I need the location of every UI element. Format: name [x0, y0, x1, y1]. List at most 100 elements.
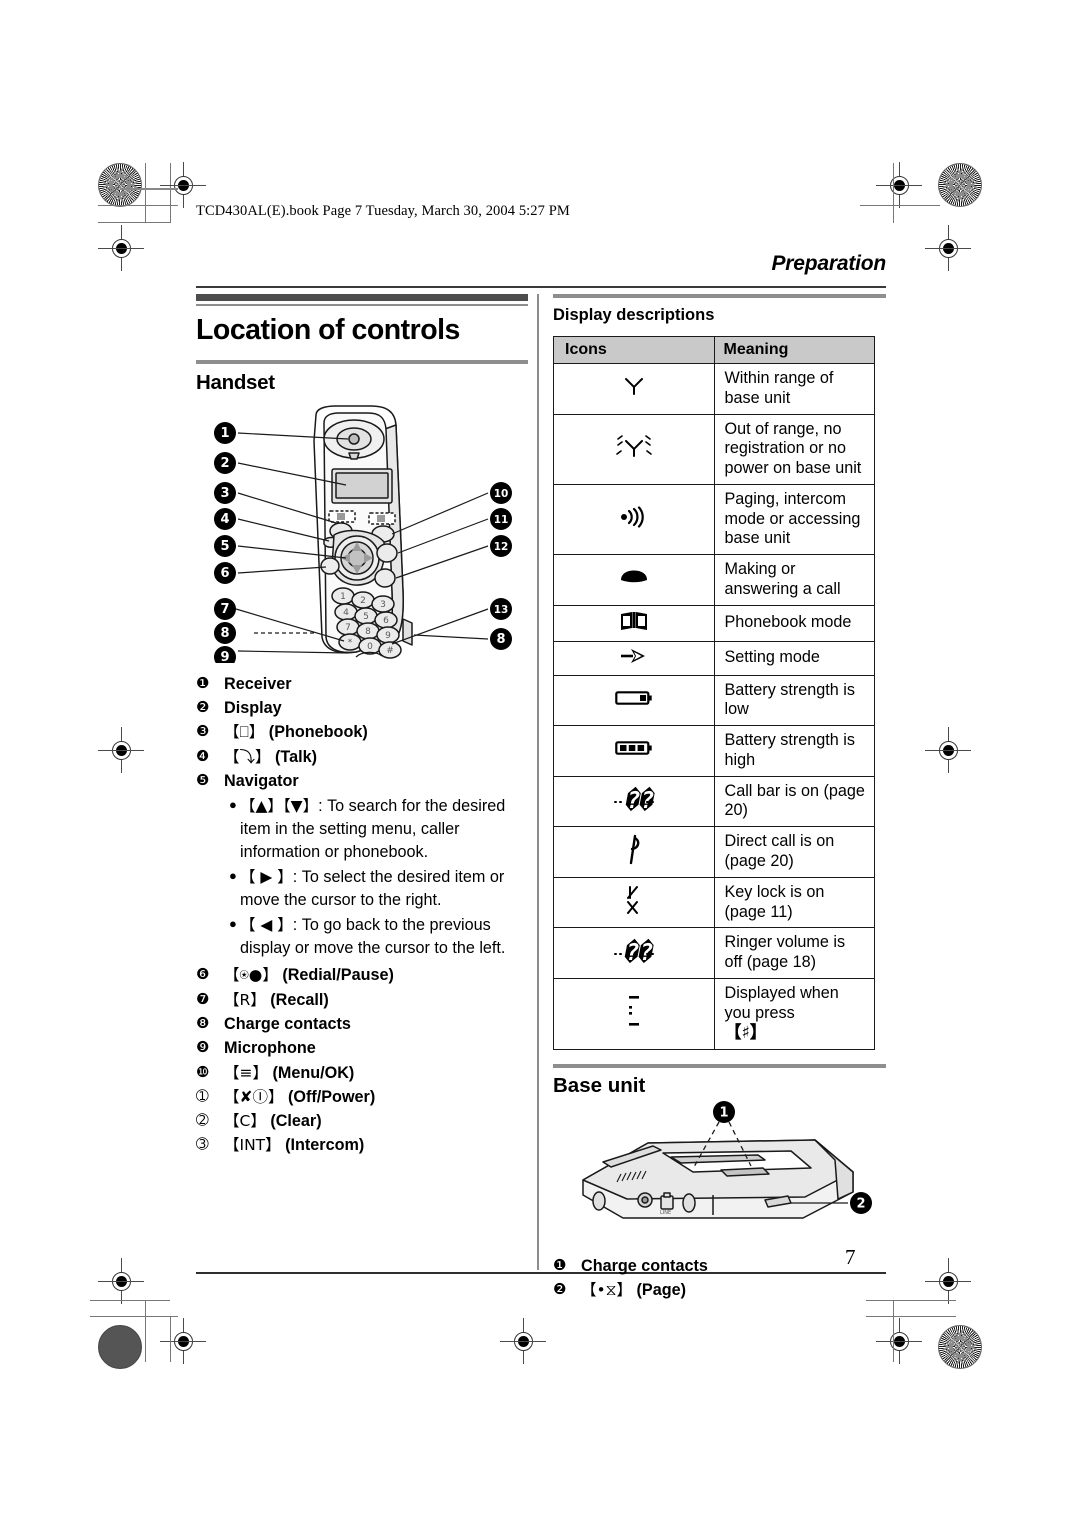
svg-text:2: 2 — [856, 1197, 865, 1212]
callout-item-9: ❾ Microphone — [196, 1036, 528, 1060]
callout-item-12: ➁ 【C】 (Clear) — [196, 1109, 528, 1133]
svg-text:0: 0 — [367, 642, 373, 652]
trim-corner-line — [170, 1316, 171, 1362]
registration-mark — [98, 225, 144, 271]
callout-item-3: ❸ 【⎕】 (Phonebook) — [196, 720, 528, 744]
callout-item-7: ❼ 【R】 (Recall) — [196, 988, 528, 1012]
callout-number: ❾ — [196, 1038, 210, 1057]
trim-corner-line — [90, 1300, 170, 1301]
navigator-bullet-right: ● 【 ▶ 】: To select the desired item or m… — [229, 866, 528, 912]
callout-number: ❶ — [553, 1256, 567, 1275]
callout-label: 【⍟●】 (Redial/Pause) — [224, 963, 528, 987]
svg-text:3: 3 — [380, 600, 386, 610]
svg-text:��: �� — [625, 786, 655, 814]
phonebook-icon — [553, 604, 715, 642]
svg-text:8: 8 — [496, 632, 505, 647]
base-unit-heading: Base unit — [553, 1074, 646, 1098]
svg-text:5: 5 — [363, 612, 369, 622]
callout-item-13: ➂ 【INT】 (Intercom) — [196, 1133, 528, 1157]
callout-label-text: (Recall) — [265, 990, 329, 1009]
right-column: Display descriptions Icons Meaning Withi… — [553, 294, 886, 1303]
recall-key-icon: 【R】 — [224, 990, 266, 1009]
phonebook-key-icon: 【⎕】 — [224, 723, 265, 742]
meaning-text: Within range of base unit — [713, 363, 875, 415]
trim-corner-line — [866, 1316, 956, 1317]
svg-text:8: 8 — [365, 627, 371, 637]
table-row: Direct call is on (page 20) — [553, 826, 875, 878]
callout-label-text: (Intercom) — [280, 1136, 365, 1155]
battery-high-icon — [553, 725, 715, 777]
book-line-rule — [120, 188, 178, 190]
setting-mode-arrow-icon — [553, 640, 715, 676]
print-density-patch-bottom-left — [98, 1325, 142, 1369]
menu-ok-key-icon: 【≡】 — [224, 1063, 268, 1082]
callout-item-2: ❷ Display — [196, 696, 528, 720]
base-unit-rule — [553, 1064, 886, 1069]
ringer-off-icon: �� — [553, 927, 715, 979]
paging-icon — [553, 483, 715, 556]
callout-number: ❷ — [196, 698, 210, 717]
meaning-text: Battery strength is low — [713, 674, 875, 727]
trim-corner-line — [893, 1300, 894, 1362]
trim-corner-line — [90, 1316, 178, 1317]
battery-low-icon — [553, 674, 715, 727]
callout-label: Microphone — [224, 1039, 316, 1058]
svg-text:13: 13 — [494, 604, 509, 616]
left-column: Location of controls Handset 1 2 3 4 5 6… — [196, 294, 528, 1158]
column-header-meaning: Meaning — [713, 336, 875, 364]
callout-label: 【R】 (Recall) — [224, 988, 528, 1012]
base-callout-item-2: ❷ 【•⧖】 (Page) — [553, 1278, 886, 1302]
navigator-bullet-left: ● 【 ◀ 】: To go back to the previous disp… — [229, 914, 528, 960]
table-row: Setting mode — [553, 640, 875, 676]
bullet-dot: ● — [229, 797, 237, 813]
registration-mark — [160, 1318, 206, 1364]
up-down-key-icon: 【▲】【▼】 — [240, 797, 319, 816]
table-row: �� Ringer volume is off (page 18) — [553, 927, 875, 979]
table-header-row: Icons Meaning — [553, 336, 875, 364]
meaning-text-line: Displayed when you press — [724, 983, 839, 1022]
svg-text:5: 5 — [220, 539, 229, 554]
meaning-text: Phonebook mode — [713, 604, 875, 642]
print-starburst-top-right — [938, 163, 982, 207]
svg-text:4: 4 — [220, 512, 229, 527]
registration-mark — [876, 1318, 922, 1364]
meaning-text: Direct call is on (page 20) — [713, 826, 875, 878]
callout-number: ❻ — [196, 965, 210, 984]
meaning-text: Call bar is on (page 20) — [713, 775, 875, 828]
registration-mark-mid-right — [925, 727, 971, 773]
trim-corner-line — [145, 1300, 146, 1362]
key-lock-icon — [553, 876, 715, 929]
callout-number: ❷ — [553, 1280, 567, 1299]
meaning-text: Displayed when you press 【♯】 — [713, 977, 875, 1051]
table-row: �� Call bar is on (page 20) — [553, 775, 875, 828]
handset-figure: 123 456 789 * 0 # 1 2 3 4 5 6 7 8 9 10 1… — [196, 401, 528, 663]
base-unit-callout-list: ❶ Charge contacts ❷ 【•⧖】 (Page) — [553, 1254, 886, 1303]
clear-key-icon: 【C】 — [224, 1112, 266, 1131]
svg-text:4: 4 — [343, 608, 349, 618]
meaning-text: Key lock is on (page 11) — [713, 876, 875, 929]
svg-text:3: 3 — [220, 486, 229, 501]
display-descriptions-heading: Display descriptions — [553, 306, 715, 324]
svg-text:LINE: LINE — [660, 1210, 671, 1216]
bullet-dot: ● — [229, 916, 237, 932]
left-key-icon: 【 ◀ 】 — [240, 916, 293, 935]
column-divider — [537, 294, 540, 1270]
meaning-text: Setting mode — [713, 640, 875, 676]
trim-corner-line — [145, 163, 146, 223]
talk-key-icon: 【⤵】 — [224, 747, 271, 766]
table-row: Paging, intercom mode or accessing base … — [553, 483, 875, 556]
base-unit-figure: LINE 1 2 — [553, 1100, 886, 1250]
callout-label: Navigator — [224, 772, 299, 791]
registration-mark — [98, 1258, 144, 1304]
svg-text:#: # — [386, 646, 394, 656]
svg-text:1: 1 — [340, 592, 346, 602]
table-row: Key lock is on (page 11) — [553, 876, 875, 929]
svg-text:7: 7 — [220, 602, 229, 617]
callout-item-1: ❶ Receiver — [196, 672, 528, 696]
callout-item-11: ➀ 【✘Ⓘ】 (Off/Power) — [196, 1085, 528, 1109]
display-descriptions-rule — [553, 294, 886, 298]
callout-label-text: (Phonebook) — [264, 723, 368, 742]
meaning-text: Ringer volume is off (page 18) — [713, 927, 875, 979]
callout-label-text: (Off/Power) — [283, 1087, 376, 1106]
handset-heading-rule — [196, 359, 528, 364]
